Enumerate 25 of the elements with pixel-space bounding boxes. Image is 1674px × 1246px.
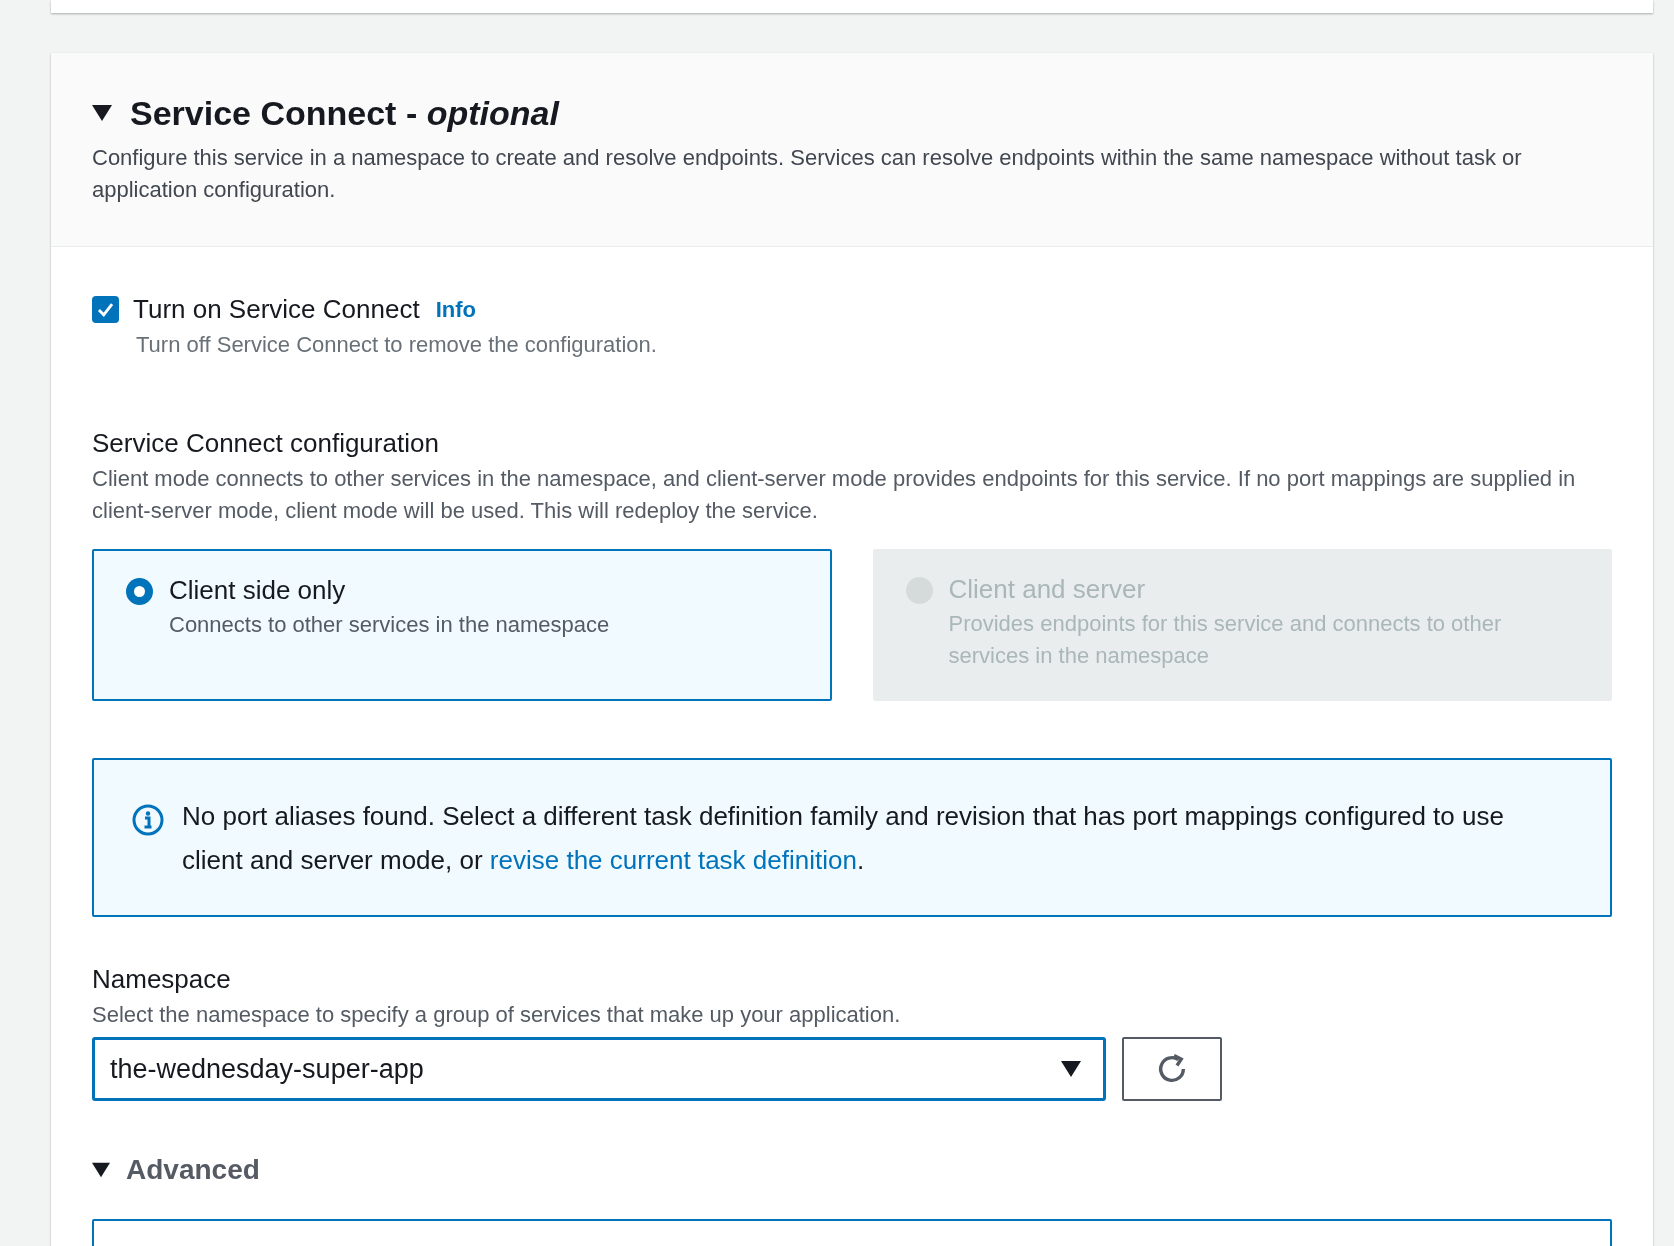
radio-card[interactable]: Client side only Connects to other services in the namespace (92, 549, 832, 701)
option-title: Client side only (169, 574, 347, 607)
option-description: Provides endpoints for this service and connects to other services in the namespace (948, 610, 1503, 670)
info-icon (132, 804, 164, 836)
revise-link[interactable]: revise the current task definition (489, 845, 857, 875)
namespace-select[interactable]: the-wednesday-super-app (92, 1037, 1106, 1101)
caret-down-icon (1061, 1061, 1081, 1077)
checkbox-hint: Turn off Service Connect to remove the configuration. (136, 331, 658, 359)
field-label: Service Connect configuration (92, 427, 440, 460)
checkbox-label: Turn on Service Connect (133, 293, 420, 326)
field-description: Select the namespace to specify a group of services that make up your application. (92, 1001, 902, 1029)
field-description: Client mode connects to other services in the namespace, and client-server mode provides endpoints for this service. If no port mappings are supplied in client-server mode, client mode will be used. This will redeploy the service. (92, 465, 1577, 525)
checkbox[interactable] (92, 295, 119, 323)
section-description: Configure this service in a namespace to create and resolve endpoints. Services can resolve endpoints within the same namespace without task or application configuration. (92, 144, 1523, 204)
field-label: Namespace (92, 963, 232, 996)
caret-down-icon[interactable] (92, 103, 112, 123)
option-description: Connects to other services in the namespace (169, 611, 610, 639)
advanced-toggle[interactable]: Advanced (126, 1149, 260, 1191)
info-link[interactable]: Info (435, 292, 476, 326)
caret-down-icon[interactable] (92, 1161, 110, 1179)
refresh-button[interactable] (1122, 1037, 1222, 1101)
option-title: Client and server (948, 573, 1147, 606)
alert-message: No port aliases found. Select a different task definition family and revision that has port mappings configured to use client and server mode, or revise the current task definition. (182, 800, 1505, 877)
section-title: Service Connect - optional (130, 93, 559, 134)
radio-button[interactable] (126, 578, 153, 605)
